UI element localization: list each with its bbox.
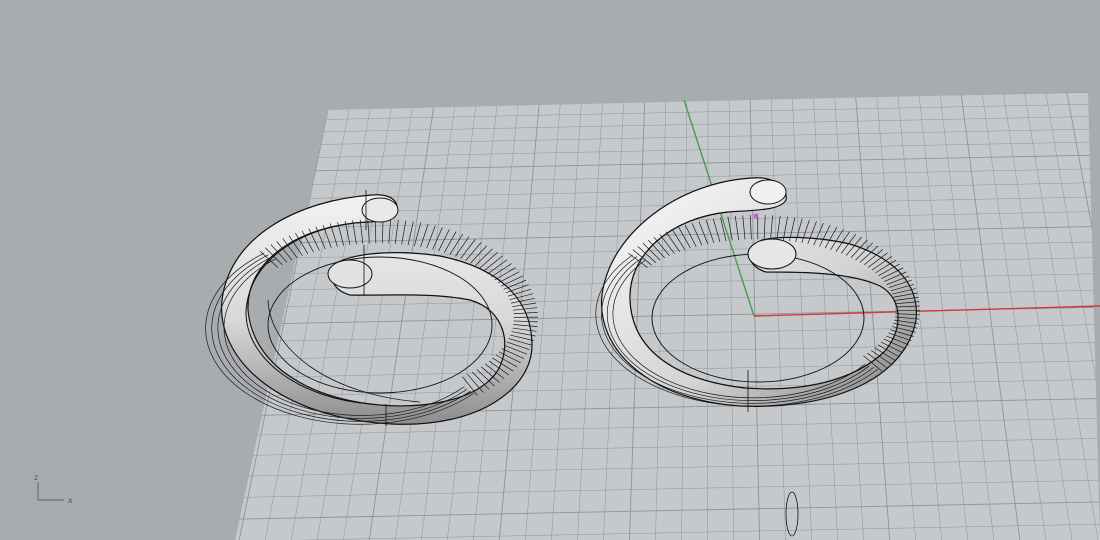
axis-widget-x-label: x xyxy=(68,496,73,505)
axis-widget-z-label: z xyxy=(34,473,38,482)
axis-widget: z x xyxy=(34,473,73,505)
viewport-canvas[interactable]: z x xyxy=(0,0,1100,540)
perspective-viewport[interactable]: z x xyxy=(0,0,1100,540)
